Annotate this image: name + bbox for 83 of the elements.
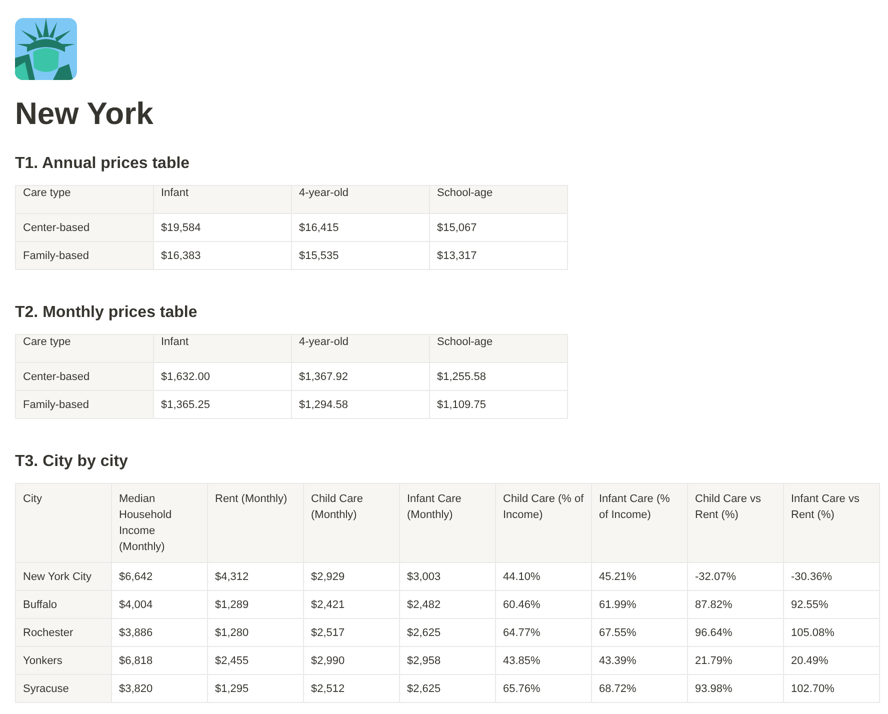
table-cell: $16,415 [292,214,430,242]
row-header: Syracuse [16,674,112,702]
table-cell: $15,535 [292,242,430,270]
row-header: Yonkers [16,646,112,674]
table-cell: -30.36% [784,562,880,590]
page-title: New York [15,95,154,133]
table-cell: $1,255.58 [430,362,568,390]
table-cell: $1,289 [208,590,304,618]
table-cell: $2,929 [304,562,400,590]
column-header: Median Household Income (Monthly) [112,484,208,562]
table-heading: T3. City by city [15,452,128,472]
table-cell: $2,455 [208,646,304,674]
column-header: City [16,484,112,562]
table-cell: 45.21% [592,562,688,590]
table-cell: 21.79% [688,646,784,674]
column-header: Infant [154,334,292,362]
table-cell: 44.10% [496,562,592,590]
row-header: Center-based [16,214,154,242]
column-header: Rent (Monthly) [208,484,304,562]
table-cell: 93.98% [688,674,784,702]
table-cell: $3,886 [112,618,208,646]
table-cell: 61.99% [592,590,688,618]
statue-head-icon [15,18,77,80]
table-cell: 96.64% [688,618,784,646]
table-heading: T1. Annual prices table [15,154,190,174]
table-cell: 68.72% [592,674,688,702]
table-cell: 102.70% [784,674,880,702]
table-cell: 60.46% [496,590,592,618]
row-header: Center-based [16,362,154,390]
table-cell: $2,990 [304,646,400,674]
table-cell: $4,312 [208,562,304,590]
table-cell: 105.08% [784,618,880,646]
table-cell: $2,421 [304,590,400,618]
row-header: Rochester [16,618,112,646]
table-cell: $1,294.58 [292,390,430,418]
table-cell: $2,625 [400,674,496,702]
row-header: Buffalo [16,590,112,618]
table-cell: 64.77% [496,618,592,646]
table-cell: $6,642 [112,562,208,590]
table-cell: $1,632.00 [154,362,292,390]
table-cell: $1,295 [208,674,304,702]
table-cell: 43.39% [592,646,688,674]
table-cell: $1,367.92 [292,362,430,390]
table-cell: 92.55% [784,590,880,618]
column-header: Care type [16,186,154,214]
column-header: School-age [430,186,568,214]
column-header: Child Care vs Rent (%) [688,484,784,562]
column-header: Child Care (Monthly) [304,484,400,562]
table-cell: $15,067 [430,214,568,242]
table-cell: $2,958 [400,646,496,674]
table-cell: $4,004 [112,590,208,618]
column-header: School-age [430,334,568,362]
table-cell: 67.55% [592,618,688,646]
row-header: Family-based [16,390,154,418]
table-cell: $2,512 [304,674,400,702]
table-cell: $2,517 [304,618,400,646]
column-header: Infant Care vs Rent (%) [784,484,880,562]
table-cell: $1,109.75 [430,390,568,418]
row-header: Family-based [16,242,154,270]
table-cell: $3,820 [112,674,208,702]
table-cell: 87.82% [688,590,784,618]
table-cell: $16,383 [154,242,292,270]
table-cell: 65.76% [496,674,592,702]
column-header: Infant Care (Monthly) [400,484,496,562]
column-header: 4-year-old [292,334,430,362]
table-cell: $2,625 [400,618,496,646]
table-cell: 43.85% [496,646,592,674]
table-cell: $2,482 [400,590,496,618]
table-heading: T2. Monthly prices table [15,303,198,323]
table-cell: 20.49% [784,646,880,674]
table-cell: $6,818 [112,646,208,674]
column-header: Infant [154,186,292,214]
column-header: Care type [16,334,154,362]
column-header: Infant Care (% of Income) [592,484,688,562]
table-cell: $1,365.25 [154,390,292,418]
table-cell: $19,584 [154,214,292,242]
table-cell: -32.07% [688,562,784,590]
column-header: Child Care (% of Income) [496,484,592,562]
table-cell: $3,003 [400,562,496,590]
table-cell: $13,317 [430,242,568,270]
row-header: New York City [16,562,112,590]
column-header: 4-year-old [292,186,430,214]
table-cell: $1,280 [208,618,304,646]
